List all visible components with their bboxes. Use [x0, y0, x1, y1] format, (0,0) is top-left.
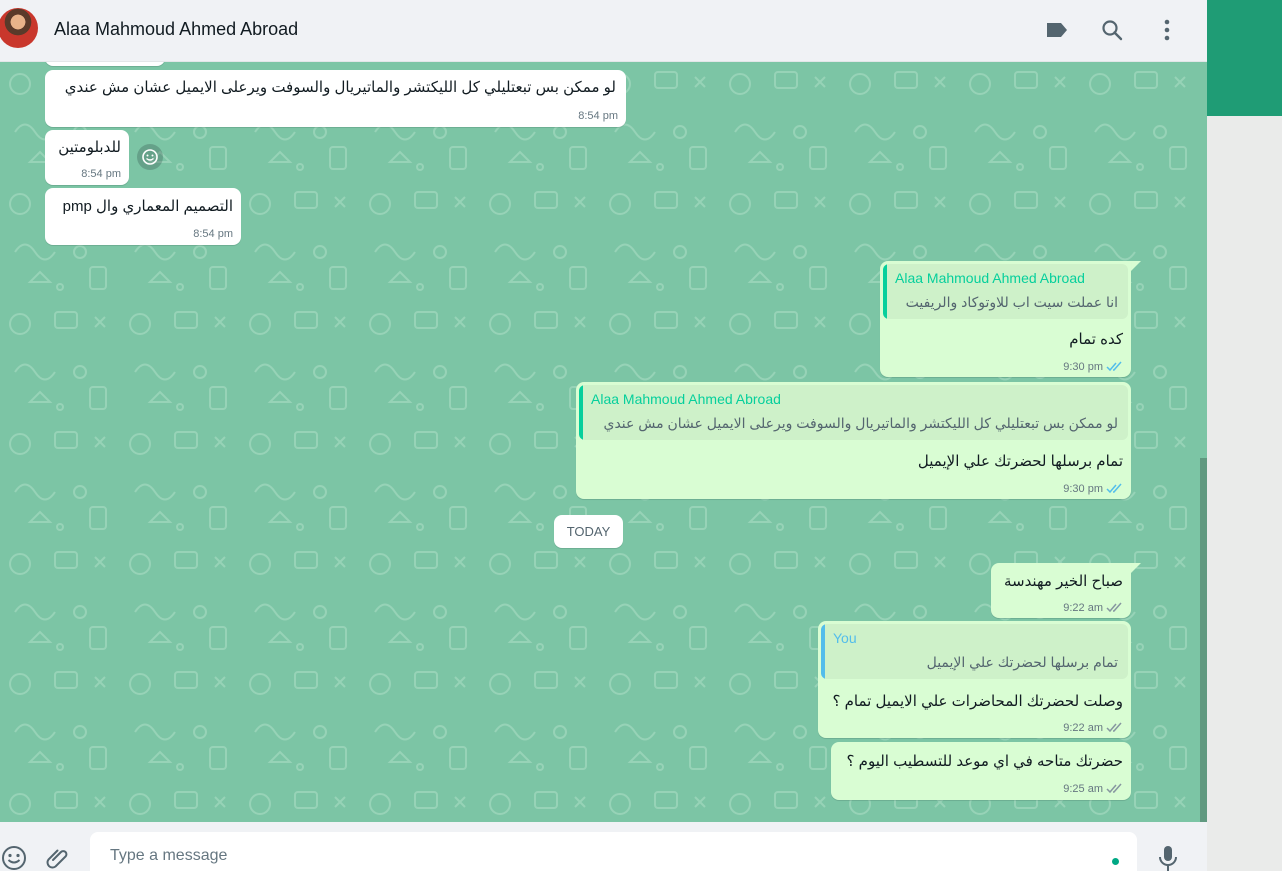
message-text: التصميم المعماري وال pmp	[62, 198, 233, 215]
delivered-ticks-icon	[1106, 783, 1122, 794]
chat-area[interactable]: لو ممكن بس تبعتليلي كل الليكتشر والماتير…	[0, 62, 1207, 822]
chat-scrollbar[interactable]	[1200, 458, 1207, 822]
search-icon[interactable]	[1099, 17, 1125, 43]
quoted-message[interactable]: Alaa Mahmoud Ahmed Abroad لو ممكن بس تبع…	[579, 385, 1128, 440]
message-text: لو ممكن بس تبعتليلي كل الليكتشر والماتير…	[64, 79, 616, 96]
date-separator: TODAY	[554, 515, 623, 548]
side-panel-top	[1207, 0, 1282, 116]
chat-header: Alaa Mahmoud Ahmed Abroad	[0, 0, 1207, 62]
message-time: 9:22 am	[1063, 722, 1103, 734]
quoted-text: لو ممكن بس تبعتليلي كل الليكتشر والماتير…	[603, 415, 1119, 431]
mic-icon[interactable]	[1155, 844, 1181, 871]
message-bubble-incoming[interactable]: التصميم المعماري وال pmp 8:54 pm	[45, 188, 241, 245]
message-time: 9:30 pm	[1063, 361, 1103, 373]
message-time: 9:30 pm	[1063, 483, 1103, 495]
contact-name[interactable]: Alaa Mahmoud Ahmed Abroad	[54, 19, 298, 40]
message-bubble-incoming[interactable]: لو ممكن بس تبعتليلي كل الليكتشر والماتير…	[45, 70, 626, 127]
quoted-text: انا عملت سيت اب للاوتوكاد والريفيت	[905, 294, 1118, 310]
read-ticks-icon	[1106, 483, 1122, 494]
message-text: تمام برسلها لحضرتك علي الإيميل	[917, 453, 1123, 470]
message-time: 9:22 am	[1063, 602, 1103, 614]
delivered-ticks-icon	[1106, 602, 1122, 613]
message-bubble-outgoing[interactable]: Alaa Mahmoud Ahmed Abroad انا عملت سيت ا…	[880, 261, 1131, 377]
message-bubble-partial[interactable]	[45, 62, 165, 66]
quoted-message[interactable]: Alaa Mahmoud Ahmed Abroad انا عملت سيت ا…	[883, 264, 1128, 319]
bubble-tail	[1131, 563, 1141, 573]
message-time: 8:54 pm	[578, 110, 618, 122]
quoted-sender: Alaa Mahmoud Ahmed Abroad	[591, 391, 781, 407]
message-bubble-incoming[interactable]: للدبلومتين 8:54 pm	[45, 130, 129, 185]
bubble-tail	[1131, 261, 1141, 271]
message-bubble-outgoing[interactable]: Alaa Mahmoud Ahmed Abroad لو ممكن بس تبع…	[576, 382, 1131, 499]
emoji-icon[interactable]	[0, 844, 28, 871]
message-text: حضرتك متاحه في اي موعد للتسطيب اليوم ؟	[846, 753, 1123, 770]
contact-avatar[interactable]	[0, 8, 38, 48]
message-composer	[0, 822, 1207, 871]
quoted-message[interactable]: You تمام برسلها لحضرتك علي الإيميل	[821, 624, 1128, 679]
message-time: 9:25 am	[1063, 783, 1103, 795]
label-icon[interactable]	[1044, 17, 1070, 43]
message-text: كده تمام	[1069, 331, 1123, 348]
message-input-box[interactable]	[90, 832, 1137, 871]
reaction-emoji-icon[interactable]	[137, 144, 163, 170]
message-bubble-outgoing[interactable]: You تمام برسلها لحضرتك علي الإيميل وصلت …	[818, 621, 1131, 738]
attach-icon[interactable]	[44, 844, 72, 871]
delivered-ticks-icon	[1106, 722, 1122, 733]
message-time: 8:54 pm	[81, 168, 121, 180]
message-input[interactable]	[108, 846, 1092, 866]
read-ticks-icon	[1106, 361, 1122, 372]
message-text: صباح الخير مهندسة	[1003, 573, 1123, 590]
whatsapp-window: Alaa Mahmoud Ahmed Abroad لو ممكن بس تبع…	[0, 0, 1282, 871]
menu-icon[interactable]	[1154, 17, 1180, 43]
message-bubble-outgoing[interactable]: صباح الخير مهندسة 9:22 am	[991, 563, 1131, 618]
message-time: 8:54 pm	[193, 228, 233, 240]
status-dot	[1112, 858, 1119, 865]
quoted-sender: Alaa Mahmoud Ahmed Abroad	[895, 270, 1085, 286]
quoted-sender: You	[833, 630, 857, 646]
message-bubble-outgoing[interactable]: حضرتك متاحه في اي موعد للتسطيب اليوم ؟ 9…	[831, 742, 1131, 800]
side-panel-bottom	[1207, 116, 1282, 871]
message-text: للدبلومتين	[58, 139, 121, 156]
quoted-text: تمام برسلها لحضرتك علي الإيميل	[926, 654, 1118, 670]
message-text: وصلت لحضرتك المحاضرات علي الايميل تمام ؟	[832, 693, 1123, 710]
